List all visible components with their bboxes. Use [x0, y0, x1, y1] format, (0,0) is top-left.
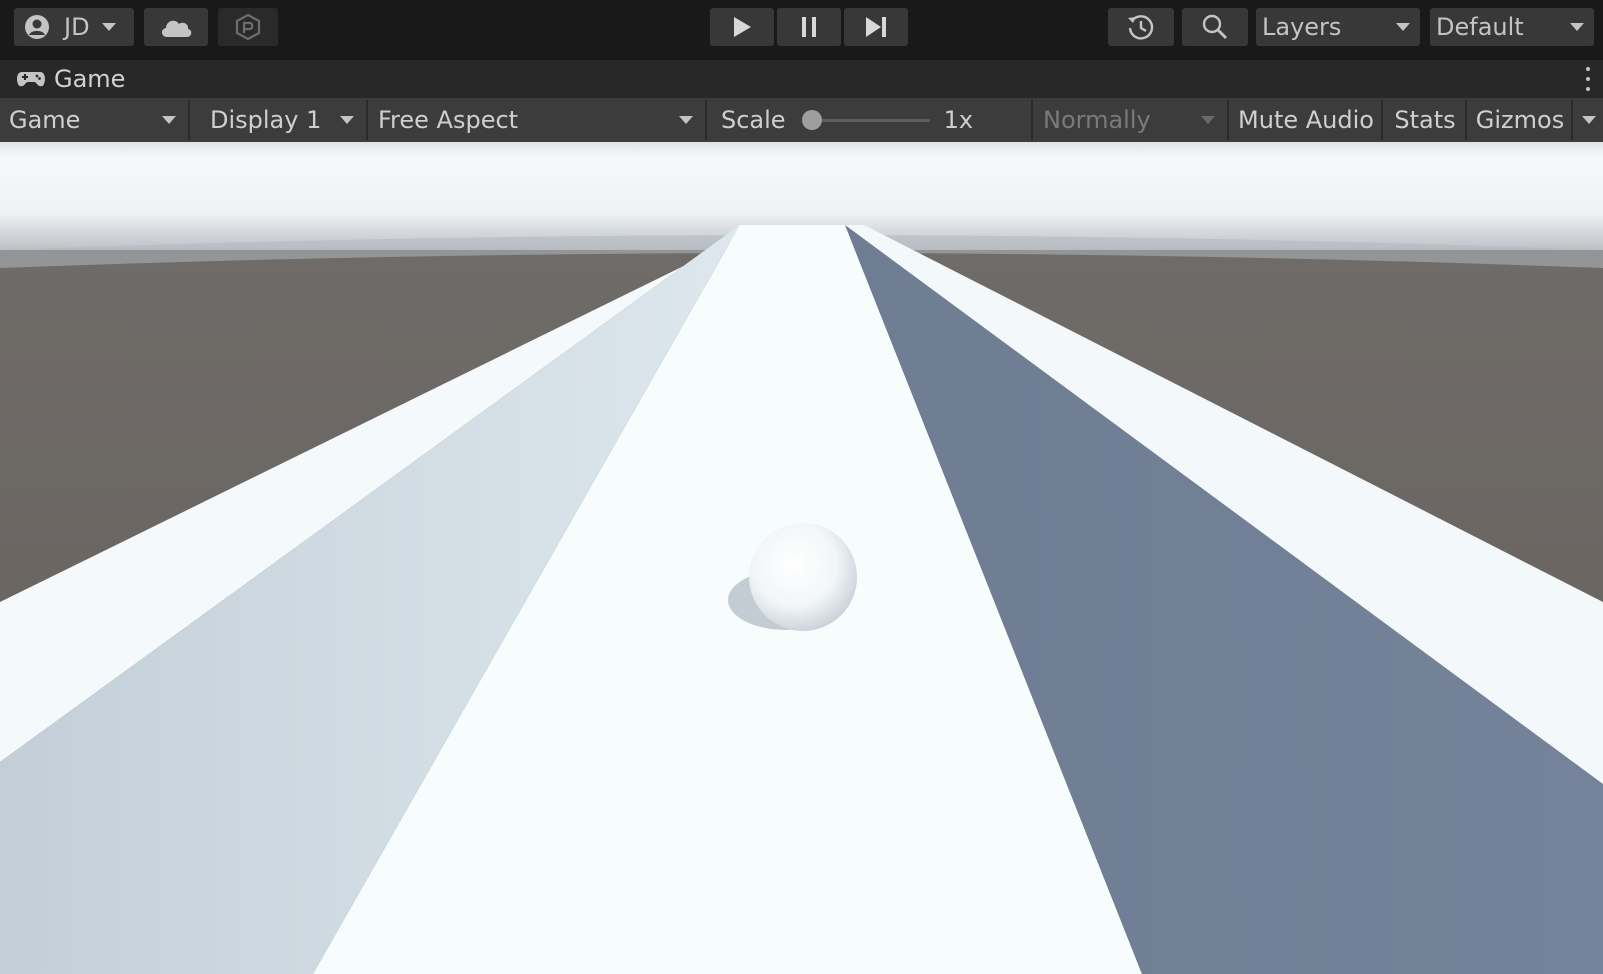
pause-button[interactable] [777, 8, 841, 46]
gizmos-menu-dropdown[interactable] [1575, 100, 1603, 140]
display-label: Display 1 [210, 106, 322, 134]
chevron-down-icon [679, 116, 693, 124]
scale-control: Scale 1x [709, 100, 1033, 140]
scale-label: Scale [721, 106, 786, 134]
chevron-down-icon [1570, 23, 1584, 31]
chevron-down-icon [1396, 23, 1410, 31]
more-options-icon[interactable] [1585, 67, 1591, 91]
tab-game[interactable]: Game [0, 60, 125, 98]
chevron-down-icon [1582, 116, 1596, 124]
search-icon [1201, 13, 1229, 41]
layers-dropdown[interactable]: Layers [1256, 8, 1420, 46]
layout-dropdown[interactable]: Default [1430, 8, 1594, 46]
tab-label: Game [54, 65, 126, 93]
play-mode-dropdown[interactable]: Normally [1035, 100, 1229, 140]
stats-label: Stats [1394, 106, 1456, 134]
tab-strip: Game [0, 60, 1603, 98]
user-circle-icon [24, 14, 50, 40]
collaborate-button[interactable] [218, 8, 278, 46]
chevron-down-icon [101, 23, 116, 31]
step-icon [863, 15, 889, 39]
scale-slider-handle[interactable] [801, 110, 822, 130]
history-button[interactable] [1108, 8, 1174, 46]
chevron-down-icon [162, 116, 176, 124]
stats-toggle[interactable]: Stats [1385, 100, 1467, 140]
chevron-down-icon [1201, 116, 1215, 124]
layout-label: Default [1436, 13, 1524, 41]
mute-audio-label: Mute Audio [1238, 106, 1374, 134]
main-toolbar: JD Layers Default [0, 0, 1603, 56]
mute-audio-toggle[interactable]: Mute Audio [1231, 100, 1383, 140]
scale-slider[interactable] [801, 109, 930, 131]
history-icon [1126, 12, 1156, 42]
account-dropdown[interactable]: JD [14, 8, 134, 46]
scale-slider-track [803, 119, 930, 122]
pause-icon [799, 15, 819, 39]
player-ball [749, 523, 857, 631]
package-icon [233, 12, 263, 42]
scale-value: 1x [943, 106, 974, 134]
play-button[interactable] [710, 8, 774, 46]
game-viewport[interactable] [0, 142, 1603, 974]
play-mode-label: Normally [1043, 106, 1151, 134]
account-initials: JD [64, 13, 90, 41]
aspect-dropdown[interactable]: Free Aspect [370, 100, 707, 140]
cloud-icon [159, 15, 193, 39]
display-dropdown[interactable]: Display 1 [192, 100, 368, 140]
cloud-button[interactable] [144, 8, 208, 46]
gizmos-label: Gizmos [1475, 106, 1565, 134]
game-scene-render [0, 142, 1603, 974]
view-type-dropdown[interactable]: Game [0, 100, 190, 140]
gamepad-icon [16, 69, 46, 89]
aspect-label: Free Aspect [378, 106, 519, 134]
step-button[interactable] [844, 8, 908, 46]
chevron-down-icon [340, 116, 354, 124]
layers-label: Layers [1262, 13, 1342, 41]
game-view-toolbar: Game Display 1 Free Aspect Scale 1x Norm… [0, 98, 1603, 142]
play-icon [731, 15, 753, 39]
view-type-label: Game [9, 106, 81, 134]
gizmos-toggle[interactable]: Gizmos [1469, 100, 1573, 140]
search-button[interactable] [1182, 8, 1248, 46]
